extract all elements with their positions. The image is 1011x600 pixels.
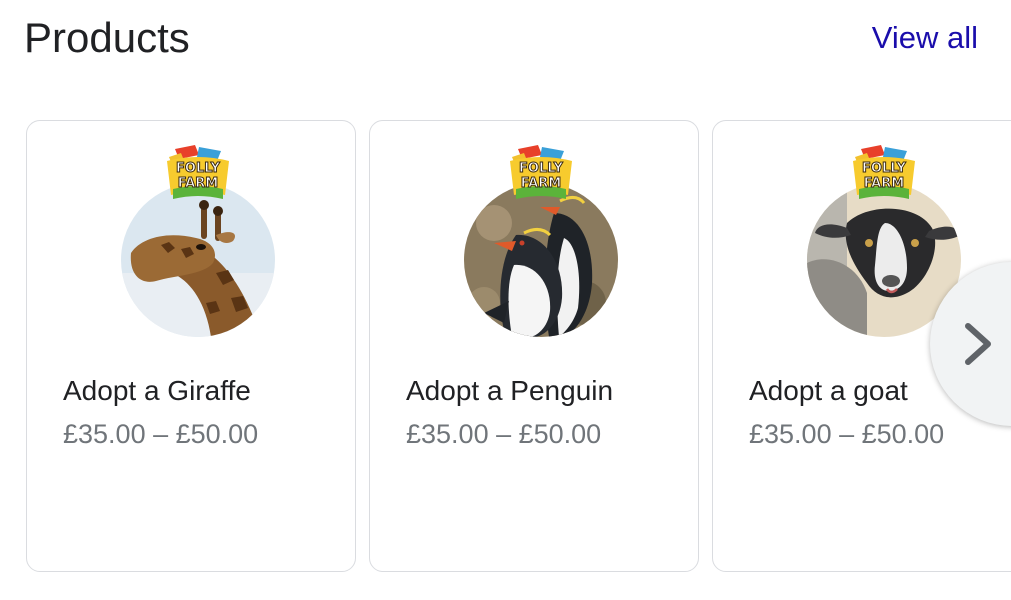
product-price: £35.00 – £50.00 [406, 419, 602, 449]
penguin-image [464, 183, 618, 337]
product-name[interactable]: Adopt a Penguin [406, 375, 613, 407]
folly-farm-logo-icon: FOLLY FARM [510, 145, 572, 199]
chevron-right-icon [965, 323, 991, 365]
product-name[interactable]: Adopt a goat [749, 375, 908, 407]
folly-farm-logo-icon: FOLLY FARM [853, 145, 915, 199]
view-all-link[interactable]: View all [872, 20, 978, 56]
svg-text:FOLLY: FOLLY [176, 161, 220, 176]
product-card-penguin[interactable]: FOLLY FARM Adopt a Penguin £35.00 – £50.… [369, 120, 699, 572]
product-card-giraffe[interactable]: FOLLY FARM Adopt a Giraffe £35.00 – £50.… [26, 120, 356, 572]
products-carousel: FOLLY FARM Adopt a Giraffe £35.00 – £50.… [0, 120, 1011, 580]
penguin-icon [464, 183, 618, 337]
giraffe-image [121, 183, 275, 337]
products-header: Products View all [0, 0, 1011, 90]
giraffe-icon [121, 183, 275, 337]
folly-farm-logo-icon: FOLLY FARM [167, 145, 229, 199]
svg-text:FARM: FARM [864, 176, 904, 191]
svg-text:FOLLY: FOLLY [862, 161, 906, 176]
product-price: £35.00 – £50.00 [63, 419, 259, 449]
svg-text:FARM: FARM [521, 176, 561, 191]
section-title: Products [24, 14, 190, 61]
product-price: £35.00 – £50.00 [749, 419, 945, 449]
svg-text:FOLLY: FOLLY [519, 161, 563, 176]
svg-text:FARM: FARM [178, 176, 218, 191]
product-name[interactable]: Adopt a Giraffe [63, 375, 251, 407]
